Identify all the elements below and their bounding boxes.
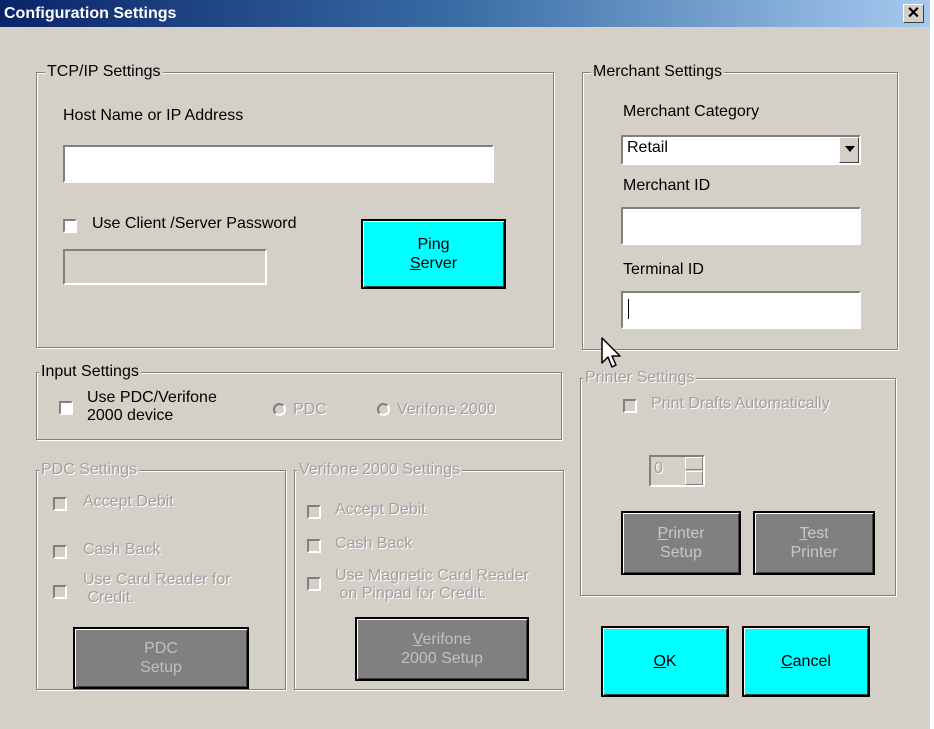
close-button[interactable]: ✕: [903, 4, 924, 23]
printer-setup-line2: Setup: [660, 544, 702, 561]
use-password-label: Use Client /Server Password: [92, 215, 297, 232]
spin-down-icon[interactable]: [685, 471, 703, 485]
verifone-mag-reader-checkbox[interactable]: [307, 577, 321, 591]
pdc-legend: PDC Settings: [39, 461, 140, 479]
copies-value: 0: [654, 460, 663, 477]
host-input[interactable]: [63, 145, 494, 183]
title-bar: Configuration Settings ✕: [0, 0, 930, 27]
pdc-settings-group: PDC Settings Accept Debit Cash Back Use …: [36, 461, 286, 690]
pdc-cash-back-checkbox[interactable]: [53, 545, 67, 559]
use-device-checkbox[interactable]: [59, 401, 73, 415]
merchant-settings-group: Merchant Settings Merchant Category Reta…: [582, 63, 898, 350]
pdc-cash-back-label: Cash Back: [83, 541, 161, 558]
merchant-id-input[interactable]: [621, 207, 861, 245]
copies-spinner[interactable]: 0: [649, 455, 705, 487]
cancel-label: Cancel: [781, 653, 831, 670]
tcpip-settings-group: TCP/IP Settings Host Name or IP Address …: [36, 63, 554, 348]
pdc-setup-button[interactable]: PDC Setup: [73, 627, 249, 689]
pdc-setup-line1: PDC: [144, 640, 178, 657]
ok-button[interactable]: OK: [601, 626, 729, 697]
verifone-cash-back-label: Cash Back: [335, 535, 413, 552]
mouse-cursor-icon: [601, 337, 621, 368]
printer-setup-button[interactable]: Printer Setup: [621, 511, 741, 575]
pdc-card-reader-checkbox[interactable]: [53, 585, 67, 599]
merchant-id-label: Merchant ID: [623, 177, 711, 194]
pdc-accept-debit-label: Accept Debit: [83, 493, 174, 510]
print-drafts-checkbox[interactable]: [623, 399, 637, 413]
category-select[interactable]: Retail: [621, 135, 861, 165]
verifone-setup-line1: Verifone: [412, 631, 472, 648]
ping-line1: Ping: [417, 236, 450, 253]
pdc-accept-debit-checkbox[interactable]: [53, 497, 67, 511]
window-title: Configuration Settings: [4, 5, 177, 22]
printer-settings-group: Printer Settings Print Drafts Automatica…: [580, 369, 896, 596]
host-label: Host Name or IP Address: [63, 107, 244, 124]
tcpip-legend: TCP/IP Settings: [45, 63, 163, 81]
pdc-radio[interactable]: [273, 403, 286, 416]
ping-server-button[interactable]: Ping Server: [361, 219, 506, 289]
pdc-card-reader-label: Use Card Reader for Credit.: [83, 571, 231, 606]
test-printer-line1: Test: [799, 525, 829, 542]
category-value: Retail: [627, 139, 668, 156]
verifone-legend: Verifone 2000 Settings: [297, 461, 463, 479]
verifone-accept-debit-checkbox[interactable]: [307, 505, 321, 519]
category-label: Merchant Category: [623, 103, 760, 120]
close-icon: ✕: [906, 5, 921, 22]
use-password-checkbox[interactable]: [63, 219, 77, 233]
use-device-label: Use PDC/Verifone 2000 device: [87, 389, 217, 424]
password-input[interactable]: [63, 249, 267, 285]
verifone-radio[interactable]: [377, 403, 390, 416]
chevron-down-icon[interactable]: [839, 137, 859, 163]
verifone-setup-line2: 2000 Setup: [401, 650, 483, 667]
input-settings-group: Input Settings Use PDC/Verifone 2000 devi…: [36, 363, 562, 440]
verifone-radio-label: Verifone 2000: [397, 401, 496, 418]
pdc-radio-label: PDC: [293, 401, 327, 418]
pdc-setup-line2: Setup: [140, 659, 182, 676]
verifone-setup-button[interactable]: Verifone 2000 Setup: [355, 617, 529, 681]
verifone-settings-group: Verifone 2000 Settings Accept Debit Cash…: [294, 461, 564, 690]
print-drafts-label: Print Drafts Automatically: [651, 395, 830, 412]
ok-label: OK: [653, 653, 677, 670]
text-caret: [628, 299, 629, 319]
ping-line2: Server: [409, 255, 458, 272]
terminal-id-label: Terminal ID: [623, 261, 704, 278]
spin-up-icon[interactable]: [685, 457, 703, 470]
merchant-legend: Merchant Settings: [591, 63, 724, 81]
input-legend: Input Settings: [39, 363, 141, 381]
printer-setup-line1: Printer: [657, 525, 705, 542]
cancel-button[interactable]: Cancel: [742, 626, 870, 697]
terminal-id-input[interactable]: [621, 291, 861, 329]
test-printer-button[interactable]: Test Printer: [753, 511, 875, 575]
configuration-dialog: Configuration Settings ✕ TCP/IP Settings…: [0, 0, 930, 729]
verifone-cash-back-checkbox[interactable]: [307, 539, 321, 553]
verifone-accept-debit-label: Accept Debit: [335, 501, 426, 518]
test-printer-line2: Printer: [790, 544, 838, 561]
verifone-mag-reader-label: Use Magnetic Card Reader on Pinpad for C…: [335, 567, 529, 602]
